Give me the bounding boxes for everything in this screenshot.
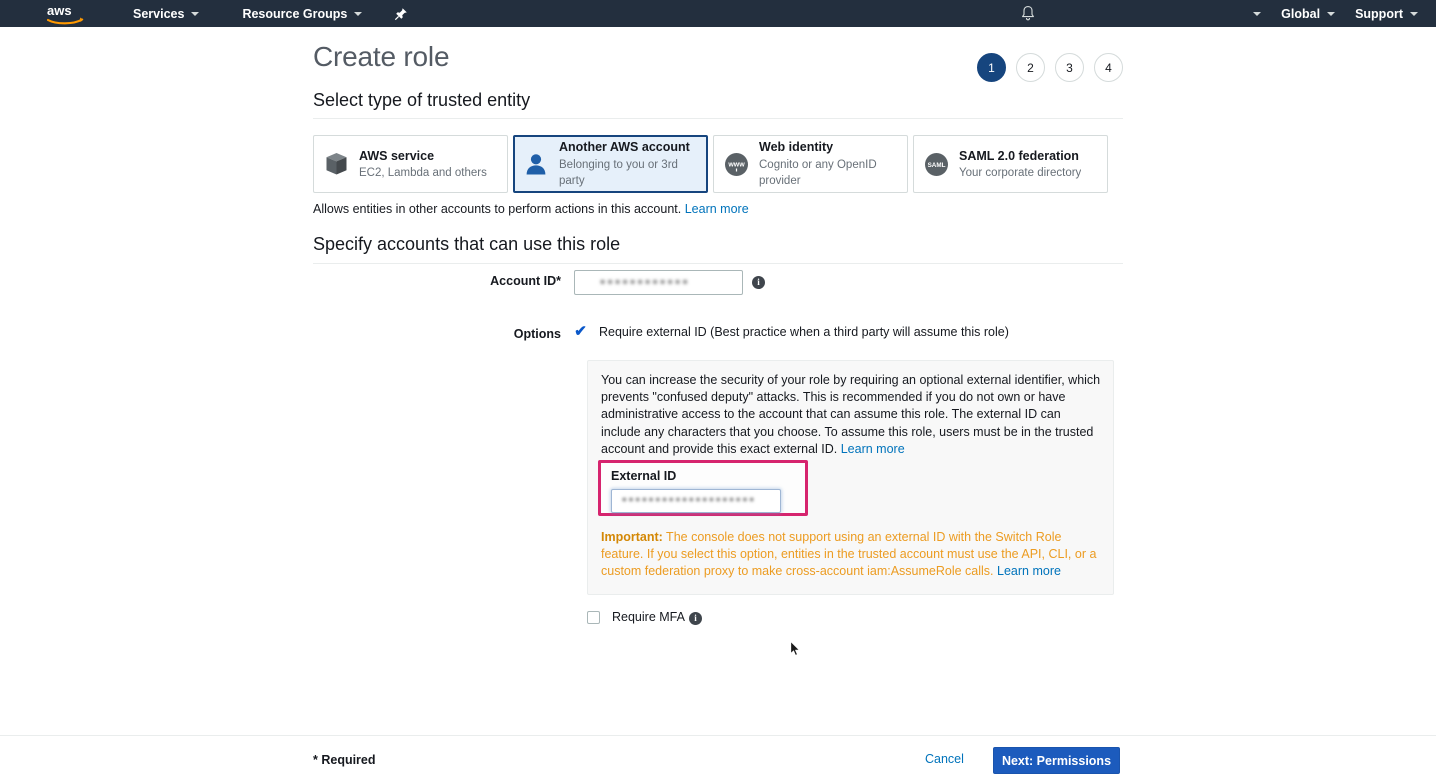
require-mfa-checkbox[interactable] [587,611,600,624]
external-id-info-learn-more-link[interactable]: Learn more [841,442,905,456]
section-divider [313,263,1123,264]
chevron-down-icon [191,11,200,16]
step-4-number: 4 [1105,60,1112,75]
nav-account-menu[interactable] [1236,0,1271,27]
card-aws-service[interactable]: AWS service EC2, Lambda and others [313,135,508,193]
chevron-down-icon [1253,11,1262,16]
require-mfa-label: Require MFA [612,610,685,624]
step-1[interactable]: 1 [977,53,1006,82]
chevron-down-icon [354,11,363,16]
card-aws-service-title: AWS service [359,148,435,163]
important-warning: Important: The console does not support … [601,529,1101,581]
step-indicator: 1 2 3 4 [977,53,1123,82]
nav-resource-groups[interactable]: Resource Groups [238,0,366,27]
trusted-entity-description: Allows entities in other accounts to per… [313,202,749,216]
checkmark-icon: ✔ [574,323,587,340]
important-warning-prefix: Important: [601,530,663,544]
trusted-entity-description-text: Allows entities in other accounts to per… [313,202,682,216]
card-aws-service-text: AWS service EC2, Lambda and others [359,148,487,181]
nav-right-group: Global Support [1236,0,1436,27]
card-saml-federation-title: SAML 2.0 federation [959,148,1079,163]
step-1-number: 1 [988,60,995,75]
user-icon [523,151,549,177]
card-another-aws-account-text: Another AWS account Belonging to you or … [559,139,698,188]
card-saml-federation[interactable]: SAML SAML 2.0 federation Your corporate … [913,135,1108,193]
options-label: Options [513,327,561,341]
card-web-identity-subtitle: Cognito or any OpenID provider [759,158,877,188]
require-mfa-row: Require MFA i [587,608,702,625]
bell-icon[interactable] [1020,5,1036,22]
require-external-id-label: Require external ID (Best practice when … [599,325,1009,339]
external-id-label: External ID [611,469,677,483]
card-aws-service-subtitle: EC2, Lambda and others [359,167,487,180]
specify-accounts-heading: Specify accounts that can use this role [313,234,621,254]
external-id-input[interactable]: •••••••••••••••••••• [611,489,781,513]
www-icon: www [723,151,749,177]
nav-support-label: Support [1355,6,1403,21]
account-id-input[interactable]: •••••••••••• [574,270,743,295]
cancel-button[interactable]: Cancel [925,752,964,766]
options-row: Options ✔ Require external ID (Best prac… [313,323,1009,341]
chevron-down-icon [1410,11,1418,16]
account-id-info-icon[interactable]: i [752,276,765,289]
nav-support-menu[interactable]: Support [1345,0,1428,27]
nav-region-menu[interactable]: Global [1271,0,1345,27]
external-id-highlight-annotation: External ID •••••••••••••••••••• [598,460,808,516]
external-id-info-panel: You can increase the security of your ro… [587,360,1114,595]
cube-icon [323,151,349,177]
trusted-entity-cards: AWS service EC2, Lambda and others Anoth… [313,135,1108,193]
step-3[interactable]: 3 [1055,53,1084,82]
next-permissions-button[interactable]: Next: Permissions [993,747,1120,774]
require-external-id-checkbox[interactable]: ✔ [574,323,587,340]
nav-services[interactable]: Services [129,0,203,27]
saml-icon: SAML [923,151,949,177]
external-id-value: •••••••••••••••••••• [621,495,756,507]
nav-services-label: Services [133,6,185,21]
external-id-info-text: You can increase the security of your ro… [601,372,1101,458]
card-another-aws-account-title: Another AWS account [559,140,690,155]
required-note: * Required [313,753,376,767]
trusted-entity-learn-more-link[interactable]: Learn more [685,202,749,216]
chevron-down-icon [1327,11,1336,16]
svg-text:www: www [727,161,745,168]
step-2[interactable]: 2 [1016,53,1045,82]
aws-logo[interactable]: aws [46,3,85,25]
card-another-aws-account-subtitle: Belonging to you or 3rd party [559,158,678,188]
card-web-identity-text: Web identity Cognito or any OpenID provi… [759,139,898,188]
important-warning-learn-more-link[interactable]: Learn more [997,564,1061,578]
require-mfa-info-icon[interactable]: i [688,612,702,625]
card-web-identity[interactable]: www Web identity Cognito or any OpenID p… [713,135,908,193]
top-navigation-bar: aws Services Resource Groups Global Supp… [0,0,1436,27]
step-2-number: 2 [1027,60,1034,75]
nav-region-label: Global [1281,6,1321,21]
card-saml-federation-text: SAML 2.0 federation Your corporate direc… [959,148,1081,181]
account-id-label: Account ID* [490,274,561,288]
card-saml-federation-subtitle: Your corporate directory [959,167,1082,180]
nav-resource-groups-label: Resource Groups [242,6,348,21]
section-divider [313,118,1123,119]
svg-text:SAML: SAML [927,162,945,169]
main-content: Create role 1 2 3 4 Select type of trust… [0,27,1436,735]
page-title: Create role [313,41,450,72]
account-id-row: Account ID* •••••••••••• i [313,270,765,295]
step-3-number: 3 [1066,60,1073,75]
card-another-aws-account[interactable]: Another AWS account Belonging to you or … [513,135,708,193]
account-id-value: •••••••••••• [599,275,690,290]
page-footer: * Required Cancel Next: Permissions [0,736,1436,778]
card-web-identity-title: Web identity [759,140,834,155]
svg-text:aws: aws [47,3,72,18]
trusted-entity-heading: Select type of trusted entity [313,90,531,110]
pin-icon[interactable] [394,7,408,21]
step-4[interactable]: 4 [1094,53,1123,82]
